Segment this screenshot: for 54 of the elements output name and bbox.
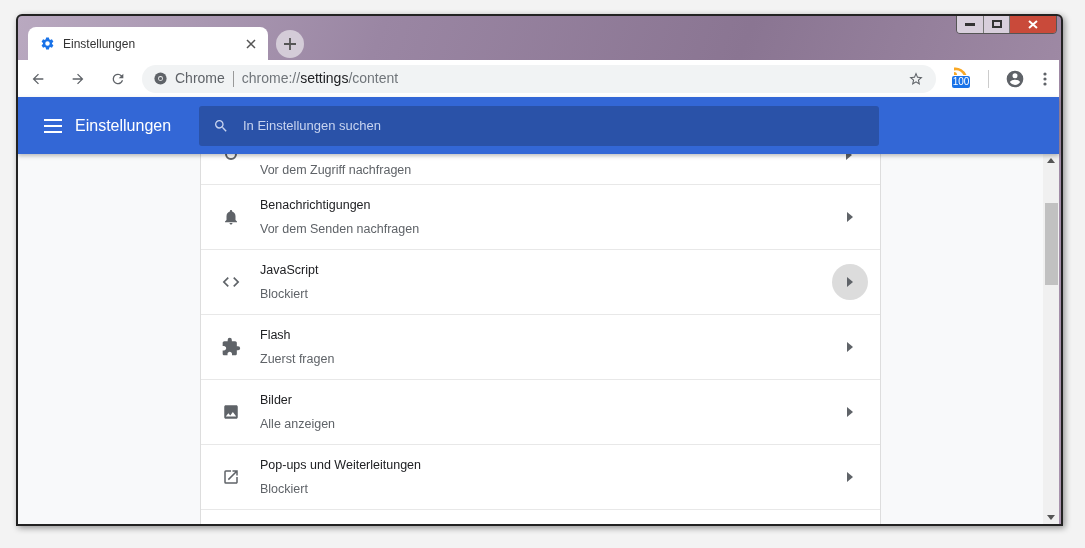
- search-input[interactable]: In Einstellungen suchen: [243, 115, 865, 136]
- scrollbar-thumb[interactable]: [1044, 203, 1058, 285]
- row-subtitle: Blockiert: [260, 480, 309, 498]
- row-subtitle: Vor dem Senden nachfragen: [260, 220, 421, 238]
- close-icon: [1028, 19, 1038, 29]
- extension-badge: 100: [951, 75, 971, 88]
- row-title: JavaScript: [260, 261, 320, 279]
- plus-icon: [284, 38, 296, 50]
- settings-row[interactable]: Vor dem Zugriff nachfragen: [201, 154, 880, 185]
- header-title: Einstellungen: [75, 115, 173, 136]
- settings-row[interactable]: Flash Zuerst fragen: [201, 315, 880, 380]
- settings-row[interactable]: JavaScript Blockiert: [201, 250, 880, 315]
- chrome-logo-icon: [154, 72, 167, 85]
- minimize-button[interactable]: [957, 16, 984, 33]
- close-icon[interactable]: [246, 38, 256, 49]
- caret-icon: [847, 277, 853, 287]
- settings-row[interactable]: Benachrichtigungen Vor dem Senden nachfragen: [201, 185, 880, 250]
- scroll-up-icon[interactable]: [1047, 158, 1055, 163]
- url-text: chrome://settings/content: [241, 69, 400, 88]
- row-subtitle: Alle anzeigen: [260, 415, 337, 433]
- site-label: Chrome: [175, 69, 225, 88]
- browser-tab[interactable]: Einstellungen: [28, 27, 268, 60]
- row-title: Flash: [260, 326, 292, 344]
- row-title: Benachrichtigungen: [260, 196, 372, 214]
- settings-row[interactable]: Bilder Alle anzeigen: [201, 380, 880, 445]
- row-arrow-button[interactable]: [832, 264, 868, 300]
- caret-icon: [847, 342, 853, 352]
- gear-icon: [40, 36, 55, 51]
- puzzle-icon: [220, 337, 241, 357]
- scroll-down-icon[interactable]: [1047, 515, 1055, 520]
- row-title: Bilder: [260, 391, 293, 409]
- row-title: Pop-ups und Weiterleitungen: [260, 456, 422, 474]
- caret-icon: [847, 212, 853, 222]
- row-subtitle: Zuerst fragen: [260, 350, 336, 368]
- new-tab-button[interactable]: [276, 30, 304, 58]
- more-menu-icon[interactable]: [1043, 71, 1047, 86]
- tab-title: Einstellungen: [63, 35, 137, 53]
- feed-icon: [954, 65, 968, 75]
- profile-icon[interactable]: [1005, 68, 1025, 89]
- settings-row[interactable]: Pop-ups und Weiterleitungen Blockiert: [201, 445, 880, 510]
- search-field[interactable]: In Einstellungen suchen: [199, 105, 879, 146]
- maximize-button[interactable]: [984, 16, 1010, 33]
- star-icon[interactable]: [908, 70, 924, 87]
- address-bar[interactable]: Chrome chrome://settings/content: [142, 64, 936, 93]
- caret-icon: [847, 407, 853, 417]
- search-icon: [213, 117, 229, 134]
- menu-icon[interactable]: [44, 118, 62, 133]
- row-subtitle: Blockiert: [260, 285, 309, 303]
- close-window-button[interactable]: [1010, 16, 1056, 33]
- row-subtitle: Vor dem Zugriff nachfragen: [260, 163, 412, 176]
- external-link-icon: [221, 468, 240, 486]
- image-icon: [221, 403, 240, 421]
- caret-icon: [847, 472, 853, 482]
- extension-button[interactable]: 100: [950, 65, 972, 92]
